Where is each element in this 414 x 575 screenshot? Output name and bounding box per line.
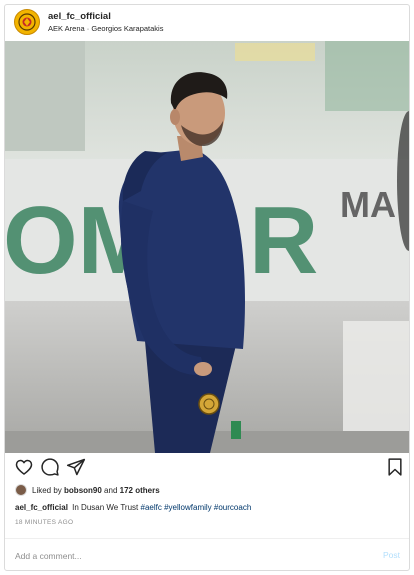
post-photo[interactable]: OM R MA xyxy=(5,41,409,453)
post-comment-button[interactable]: Post xyxy=(383,550,400,560)
hashtag-link[interactable]: #yellowfamily xyxy=(164,503,212,512)
like-button[interactable] xyxy=(14,457,36,479)
hashtag-link[interactable]: #aelfc xyxy=(141,503,162,512)
post-actions xyxy=(5,457,409,481)
paper-plane-icon xyxy=(66,458,86,476)
heart-icon xyxy=(15,459,33,475)
comment-icon xyxy=(41,458,59,476)
liker-username[interactable]: bobson90 xyxy=(64,486,102,495)
likes-others-link[interactable]: 172 others xyxy=(120,486,160,495)
caption-text: In Dusan We Trust xyxy=(72,503,139,512)
banner-text-right: MA xyxy=(340,184,396,225)
hashtag-link[interactable]: #ourcoach xyxy=(214,503,251,512)
crest-icon xyxy=(16,11,38,33)
liker-avatar[interactable] xyxy=(15,484,27,496)
likes-connector: and xyxy=(104,485,118,495)
save-button[interactable] xyxy=(385,457,407,479)
likes-summary: Liked by bobson90 and 172 others xyxy=(15,483,160,497)
club-crest-avatar[interactable] xyxy=(14,9,40,35)
instagram-post-card: ael_fc_official AEK Arena · Georgios Kar… xyxy=(4,4,410,571)
caption-username[interactable]: ael_fc_official xyxy=(15,503,68,512)
comment-input[interactable] xyxy=(15,547,345,565)
post-username[interactable]: ael_fc_official xyxy=(48,11,111,22)
post-timestamp[interactable]: 18 MINUTES AGO xyxy=(15,519,73,526)
comment-button[interactable] xyxy=(40,457,62,479)
comment-bar: Post xyxy=(5,538,409,570)
banner-text-mid: R xyxy=(249,187,318,294)
bookmark-icon xyxy=(388,458,402,476)
likes-prefix: Liked by xyxy=(32,485,62,495)
post-location[interactable]: AEK Arena · Georgios Karapatakis xyxy=(48,24,163,33)
post-caption: ael_fc_official In Dusan We Trust #aelfc… xyxy=(15,503,251,512)
share-button[interactable] xyxy=(66,457,88,479)
post-header: ael_fc_official AEK Arena · Georgios Kar… xyxy=(5,5,409,41)
